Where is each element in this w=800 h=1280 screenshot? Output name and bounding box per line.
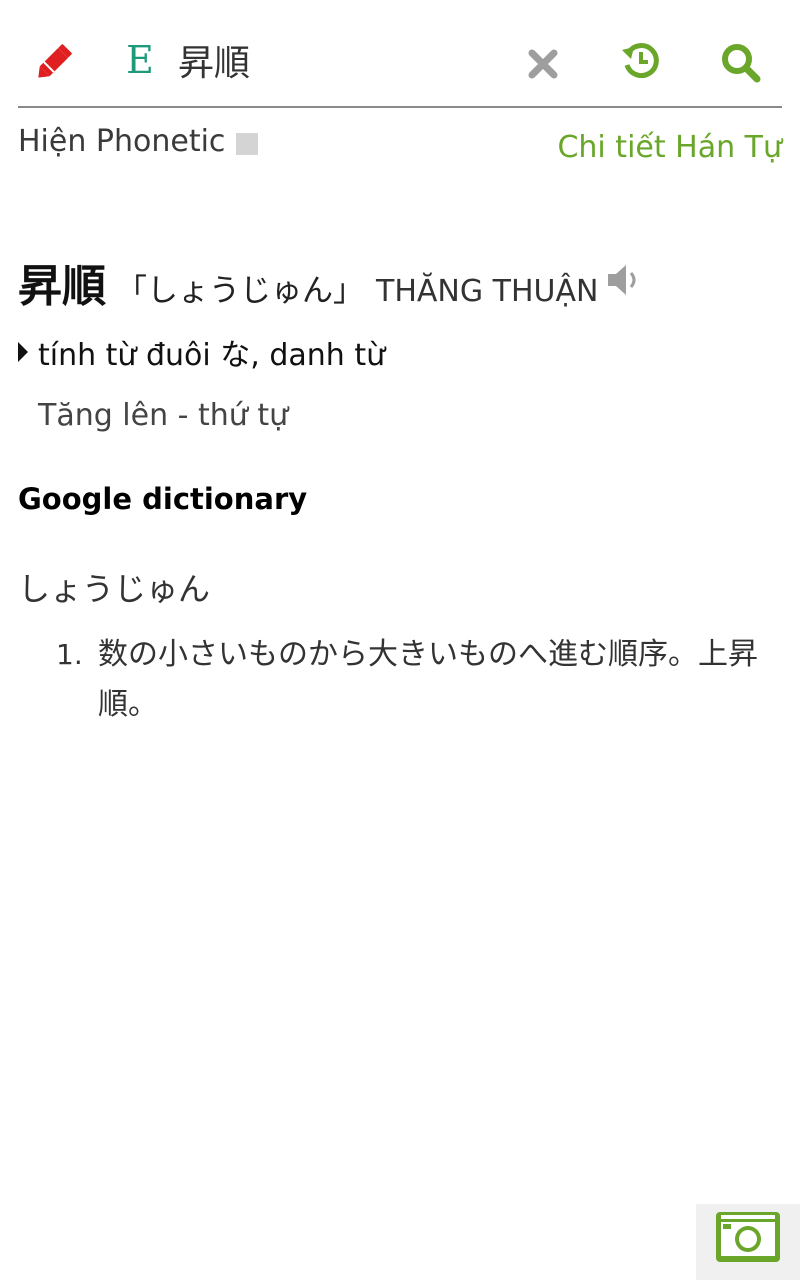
search-bar: E <box>18 18 782 108</box>
definition-list: 1. 数の小さいものから大きいものへ進む順序。上昇順。 <box>56 630 766 730</box>
list-item: 1. 数の小さいものから大きいものへ進む順序。上昇順。 <box>56 630 766 730</box>
kanji-detail-link[interactable]: Chi tiết Hán Tự <box>557 130 782 165</box>
entry-hanviet: THĂNG THUẬN <box>376 274 599 309</box>
definition-number: 1. <box>56 638 83 671</box>
definition-text: 数の小さいものから大きいものへ進む順序。上昇順。 <box>98 637 758 722</box>
entry-meaning: Tăng lên - thứ tự <box>38 398 289 433</box>
part-of-speech-label: tính từ đuôi な, danh từ <box>38 338 386 373</box>
close-icon[interactable] <box>518 40 568 88</box>
language-badge[interactable]: E <box>118 34 162 86</box>
camera-icon[interactable] <box>714 1206 782 1264</box>
entry-reading: 「しょうじゅん」 <box>116 273 364 309</box>
pencil-icon[interactable] <box>30 34 82 86</box>
search-icon[interactable] <box>714 36 766 88</box>
search-input[interactable] <box>178 32 498 88</box>
part-of-speech[interactable]: tính từ đuôi な, danh từ <box>18 330 385 374</box>
dictionary-page: E Hiện Phonetic Chi tiết Hán Tự <box>0 0 800 1280</box>
speaker-icon[interactable] <box>604 258 644 302</box>
entry-header: 昇順 「しょうじゅん」 THĂNG THUẬN <box>18 250 599 312</box>
phonetic-label: Hiện Phonetic <box>18 124 226 159</box>
phonetic-checkbox[interactable] <box>236 133 258 155</box>
history-icon[interactable] <box>616 36 666 86</box>
expand-arrow-icon <box>18 342 28 362</box>
google-dictionary-reading: しょうじゅん <box>18 570 211 608</box>
entry-word: 昇順 <box>18 261 106 312</box>
google-dictionary-title: Google dictionary <box>18 482 308 516</box>
